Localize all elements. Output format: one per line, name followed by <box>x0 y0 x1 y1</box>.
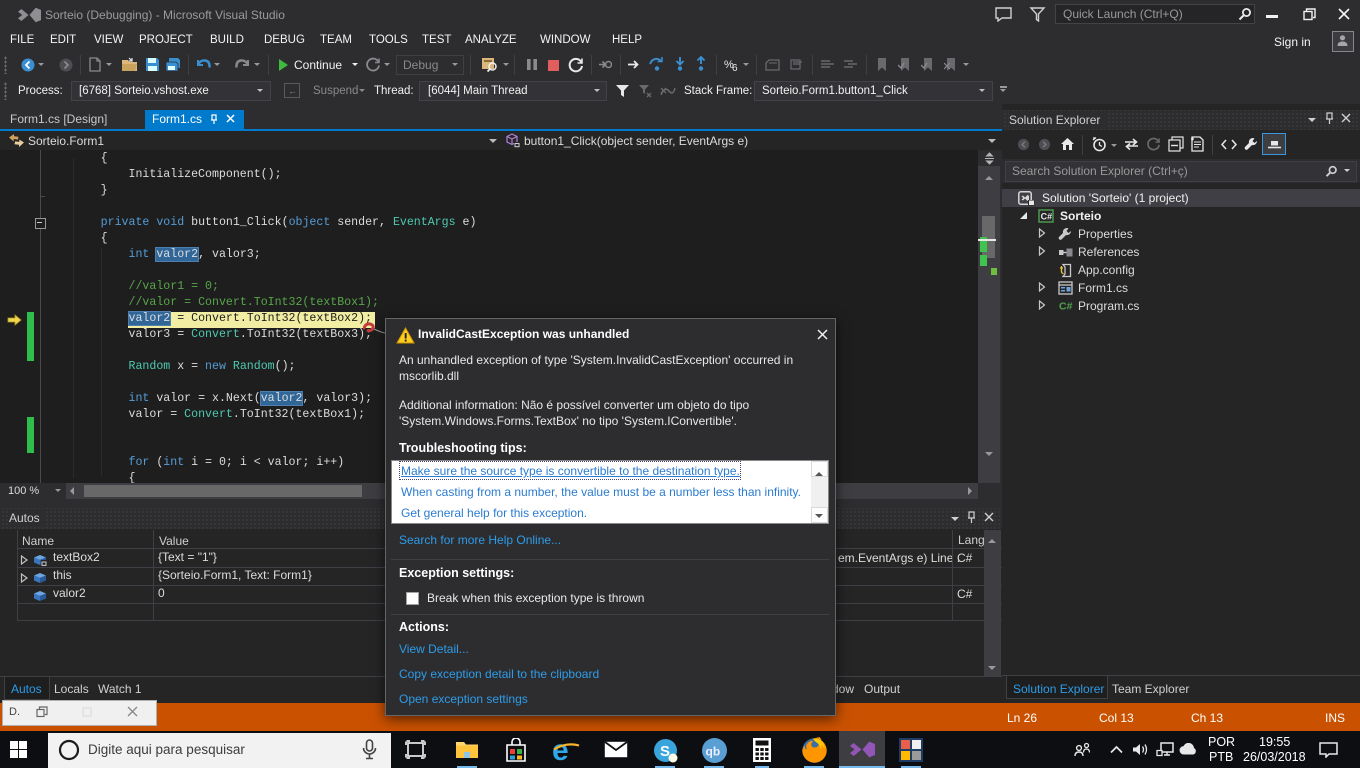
svg-text:C#: C# <box>1059 301 1073 313</box>
svg-text:6: 6 <box>732 63 738 72</box>
svg-text:C#: C# <box>1041 212 1053 222</box>
svg-text:S: S <box>660 743 670 760</box>
svg-text:qb: qb <box>706 745 721 759</box>
